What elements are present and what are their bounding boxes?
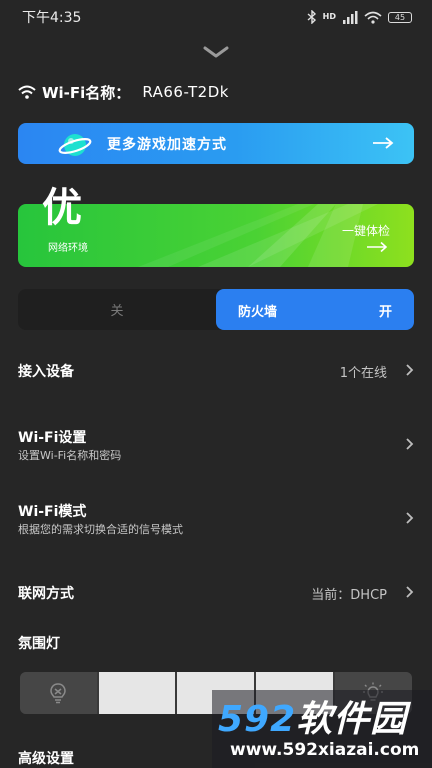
wifi-mode-row[interactable]: Wi-Fi模式 根据您的需求切换合适的信号模式 (18, 500, 414, 538)
chevron-right-icon (406, 364, 414, 376)
arrow-right-icon (367, 241, 388, 253)
wifi-settings-title: Wi-Fi设置 (18, 430, 87, 446)
firewall-title: 防火墙 (238, 305, 278, 320)
status-time: 下午4:35 (22, 10, 82, 26)
net-type-tag: HD (322, 12, 336, 21)
light-off-icon (50, 683, 66, 704)
wifi-name: RA66-T2Dk (142, 83, 229, 101)
status-icons: HD 45 (307, 10, 412, 24)
connected-devices-value: 1个在线 (339, 366, 387, 381)
light-off-option[interactable] (20, 672, 97, 714)
connected-devices-title: 接入设备 (18, 364, 74, 380)
light-white-option-1[interactable] (99, 672, 175, 714)
bluetooth-icon (307, 10, 316, 24)
watermark-logo-text: 软件园 (296, 699, 408, 740)
connection-mode-title: 联网方式 (18, 586, 74, 602)
site-watermark: 592软件园 www.592xiazai.com (212, 690, 432, 768)
firewall-on-option[interactable]: 防火墙 开 (216, 289, 414, 330)
wifi-settings-row[interactable]: Wi-Fi设置 设置Wi-Fi名称和密码 (18, 426, 414, 464)
watermark-logo-number: 592 (218, 699, 297, 740)
wifi-mode-subtitle: 根据您的需求切换合适的信号模式 (18, 523, 183, 536)
network-env-label: 网络环境 (48, 243, 88, 254)
firewall-state: 开 (378, 305, 392, 320)
game-accelerate-banner[interactable]: 更多游戏加速方式 (18, 123, 414, 164)
ambient-light-title: 氛围灯 (18, 636, 60, 652)
wifi-status-icon (364, 11, 382, 24)
collapse-chevron-icon[interactable] (202, 44, 230, 60)
wifi-mode-title: Wi-Fi模式 (18, 504, 87, 520)
one-key-check-label: 一键体检 (341, 224, 390, 238)
firewall-toggle[interactable]: 关 防火墙 开 (18, 289, 414, 330)
connection-mode-row[interactable]: 联网方式 当前：DHCP (18, 581, 414, 605)
connected-devices-row[interactable]: 接入设备 1个在线 (18, 359, 414, 383)
chevron-right-icon (406, 512, 414, 524)
status-bar: 下午4:35 HD 45 (0, 0, 432, 34)
watermark-url: www.592xiazai.com (230, 740, 420, 760)
advanced-settings-partial[interactable]: 高级设置 (18, 748, 74, 768)
watermark-logo: 592软件园 (218, 690, 407, 742)
game-accelerate-text: 更多游戏加速方式 (107, 137, 227, 153)
wifi-label: Wi-Fi名称： (42, 83, 131, 102)
planet-icon (58, 134, 92, 156)
chevron-right-icon (406, 438, 414, 450)
connection-mode-value: 当前：DHCP (311, 588, 387, 603)
arrow-right-icon (373, 137, 394, 149)
battery-icon: 45 (388, 11, 412, 23)
firewall-off-option[interactable]: 关 (18, 289, 216, 330)
ambient-light-row: 氛围灯 (18, 631, 414, 655)
wifi-settings-subtitle: 设置Wi-Fi名称和密码 (18, 449, 122, 462)
signal-icon (343, 10, 358, 24)
wifi-name-row: Wi-Fi名称： RA66-T2Dk (18, 80, 229, 104)
wifi-icon (18, 85, 36, 99)
chevron-right-icon (406, 586, 414, 598)
network-grade: 优 (42, 185, 82, 231)
